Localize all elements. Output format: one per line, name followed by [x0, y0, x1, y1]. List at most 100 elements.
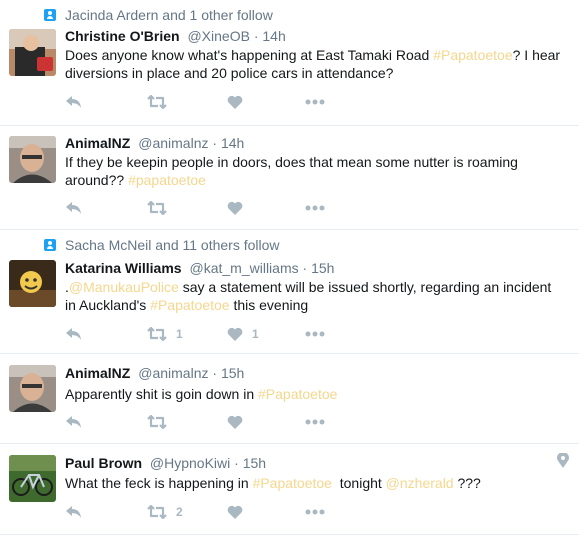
timestamp[interactable]: 14h	[221, 135, 244, 151]
heart-icon	[227, 327, 243, 341]
location-pin-icon[interactable]	[557, 453, 569, 468]
retweet-count: 2	[176, 505, 183, 519]
hashtag-link[interactable]: #papatoetoe	[128, 172, 206, 188]
retweet-button[interactable]: 2	[147, 504, 183, 520]
like-button[interactable]	[227, 414, 252, 430]
heart-icon	[227, 415, 243, 429]
tweet-text: If they be keepin people in doors, does …	[65, 153, 565, 189]
tweet-actions: 1 1	[65, 326, 365, 342]
text-segment: this evening	[229, 297, 309, 313]
separator: ·	[212, 135, 218, 151]
reply-button[interactable]	[65, 94, 83, 110]
display-name[interactable]: AnimalNZ	[65, 365, 130, 381]
more-dots-icon	[305, 99, 325, 105]
text-segment: Does anyone know what's happening at Eas…	[65, 47, 434, 63]
text-segment: tonight	[331, 475, 386, 491]
display-name[interactable]: Katarina Williams	[65, 260, 182, 276]
more-dots-icon	[305, 331, 325, 337]
avatar[interactable]	[9, 29, 56, 76]
tweet[interactable]: Jacinda Ardern and 1 other follow Christ…	[0, 0, 579, 126]
like-button[interactable]: 1	[227, 326, 259, 342]
retweet-icon	[147, 95, 167, 109]
more-button[interactable]	[305, 326, 325, 342]
tweet-header: Katarina Williams @kat_m_williams · 15h	[65, 260, 334, 276]
separator: ·	[234, 455, 239, 471]
avatar[interactable]	[9, 136, 56, 183]
tweet-header: AnimalNZ @animalnz · 14h	[65, 135, 244, 151]
retweet-icon	[147, 415, 167, 429]
username[interactable]: @HypnoKiwi	[150, 455, 230, 471]
more-button[interactable]	[305, 94, 325, 110]
retweet-icon	[147, 327, 167, 341]
timestamp[interactable]: 15h	[243, 455, 266, 471]
retweet-count: 1	[176, 327, 183, 341]
like-count: 1	[252, 327, 259, 341]
heart-icon	[227, 505, 243, 519]
retweet-button[interactable]: 1	[147, 326, 183, 342]
retweet-button[interactable]	[147, 414, 176, 430]
text-segment: ???	[453, 475, 481, 491]
display-name[interactable]: AnimalNZ	[65, 135, 130, 151]
reply-button[interactable]	[65, 200, 83, 216]
reply-button[interactable]	[65, 414, 83, 430]
tweet[interactable]: AnimalNZ @animalnz · 15h Apparently shit…	[0, 354, 579, 444]
timestamp[interactable]: 14h	[262, 28, 285, 44]
mention-link[interactable]: @ManukauPolice	[69, 279, 179, 295]
hashtag-link[interactable]: #Papatoetoe	[258, 386, 337, 402]
more-dots-icon	[305, 419, 325, 425]
text-segment: What the feck is happening in	[65, 475, 253, 491]
tweet-header: Paul Brown @HypnoKiwi · 15h	[65, 455, 266, 471]
reply-icon	[66, 506, 81, 518]
retweet-button[interactable]	[147, 200, 176, 216]
hashtag-link[interactable]: #Papatoetoe	[433, 47, 512, 63]
more-dots-icon	[305, 205, 325, 211]
like-button[interactable]	[227, 94, 252, 110]
tweet-feed: Jacinda Ardern and 1 other follow Christ…	[0, 0, 579, 535]
like-button[interactable]	[227, 200, 252, 216]
retweet-button[interactable]	[147, 94, 176, 110]
username[interactable]: @animalnz	[138, 135, 208, 151]
separator: ·	[253, 28, 259, 44]
display-name[interactable]: Christine O'Brien	[65, 28, 180, 44]
mention-link[interactable]: @nzherald	[386, 475, 454, 491]
timestamp[interactable]: 15h	[221, 365, 244, 381]
reply-icon	[66, 202, 81, 214]
social-context-text: Jacinda Ardern and 1 other follow	[65, 7, 273, 23]
avatar[interactable]	[9, 455, 56, 502]
social-context: Jacinda Ardern and 1 other follow	[44, 7, 273, 23]
tweet-text: .@ManukauPolice say a statement will be …	[65, 278, 565, 314]
timestamp[interactable]: 15h	[311, 260, 334, 276]
avatar[interactable]	[9, 365, 56, 412]
username[interactable]: @kat_m_williams	[189, 260, 298, 276]
person-follow-icon	[44, 9, 56, 21]
hashtag-link[interactable]: #Papatoetoe	[150, 297, 229, 313]
tweet-header: AnimalNZ @animalnz · 15h	[65, 365, 244, 381]
heart-icon	[227, 95, 243, 109]
tweet-actions: 2	[65, 504, 365, 520]
more-dots-icon	[305, 509, 325, 515]
reply-button[interactable]	[65, 326, 83, 342]
social-context-text: Sacha McNeil and 11 others follow	[65, 237, 280, 253]
more-button[interactable]	[305, 414, 325, 430]
hashtag-link[interactable]: #Papatoetoe	[253, 475, 332, 491]
username[interactable]: @XineOB	[187, 28, 249, 44]
heart-icon	[227, 201, 243, 215]
tweet-text: What the feck is happening in #Papatoeto…	[65, 474, 565, 492]
display-name[interactable]: Paul Brown	[65, 455, 142, 471]
separator: ·	[302, 260, 308, 276]
reply-icon	[66, 96, 81, 108]
more-button[interactable]	[305, 200, 325, 216]
like-button[interactable]	[227, 504, 252, 520]
tweet[interactable]: AnimalNZ @animalnz · 14h If they be keep…	[0, 126, 579, 230]
reply-button[interactable]	[65, 504, 83, 520]
tweet[interactable]: Sacha McNeil and 11 others follow Katari…	[0, 230, 579, 354]
avatar[interactable]	[9, 260, 56, 307]
separator: ·	[212, 365, 218, 381]
tweet[interactable]: Paul Brown @HypnoKiwi · 15h What the fec…	[0, 444, 579, 535]
tweet-actions	[65, 200, 365, 216]
retweet-icon	[147, 505, 167, 519]
username[interactable]: @animalnz	[138, 365, 208, 381]
tweet-actions	[65, 94, 365, 110]
tweet-actions	[65, 414, 365, 430]
more-button[interactable]	[305, 504, 325, 520]
